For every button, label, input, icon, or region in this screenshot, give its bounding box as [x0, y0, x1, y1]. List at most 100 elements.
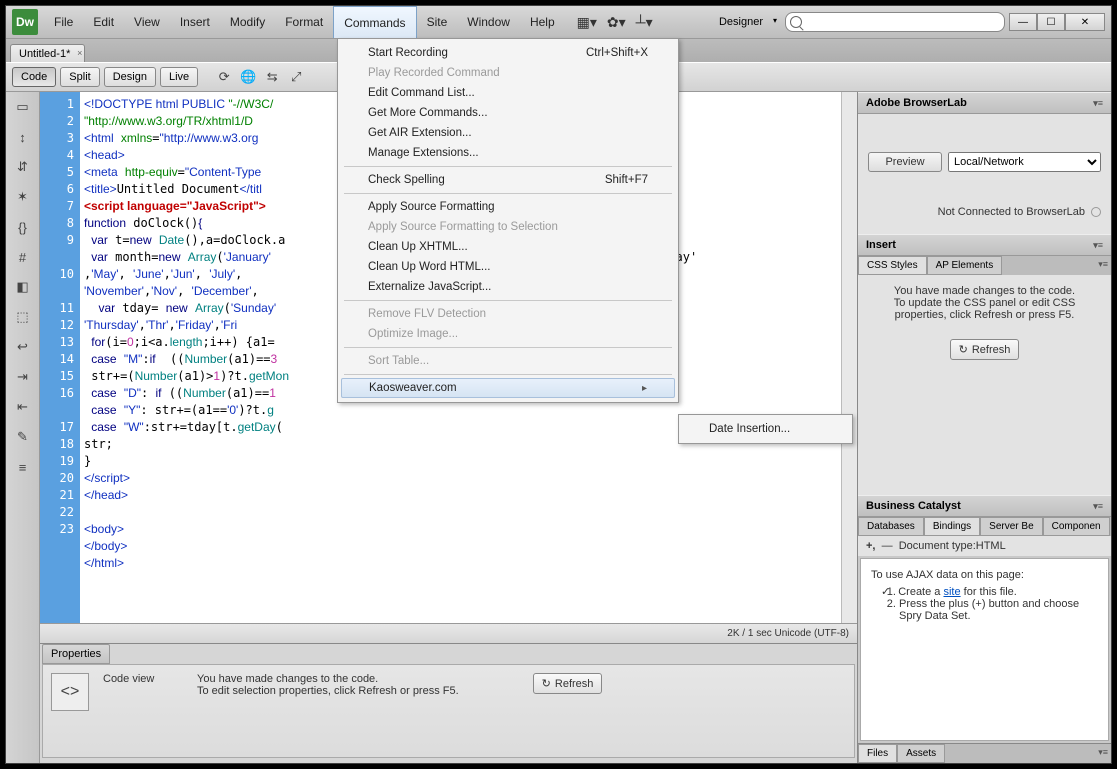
syntax-icon[interactable]: ⬚	[12, 308, 34, 326]
view-live-button[interactable]: Live	[160, 67, 198, 87]
menu-edit-command-list-[interactable]: Edit Command List...	[340, 83, 676, 103]
layout-icon[interactable]: ▦▾	[577, 14, 597, 31]
plus-icon[interactable]: +,	[866, 540, 875, 552]
select-parent-icon[interactable]: ✶	[12, 188, 34, 206]
search-box[interactable]	[785, 12, 1005, 32]
menu-modify[interactable]: Modify	[220, 6, 275, 38]
menu-get-more-commands-[interactable]: Get More Commands...	[340, 103, 676, 123]
bc-hint-intro: To use AJAX data on this page:	[871, 569, 1098, 581]
business-catalyst-header[interactable]: Business Catalyst ▾≡	[858, 495, 1111, 517]
menu-file[interactable]: File	[44, 6, 83, 38]
date-insertion-item[interactable]: Date Insertion...	[681, 419, 850, 439]
menu-start-recording[interactable]: Start RecordingCtrl+Shift+X	[340, 43, 676, 63]
scrollbar-vertical[interactable]	[841, 92, 857, 623]
layout-icons: ▦▾ ✿▾ ┴▾	[565, 14, 665, 31]
outdent-icon[interactable]: ⇤	[12, 398, 34, 416]
css-refresh-label: Refresh	[972, 344, 1011, 356]
menu-manage-extensions-[interactable]: Manage Extensions...	[340, 143, 676, 163]
view-design-button[interactable]: Design	[104, 67, 156, 87]
line-gutter: 1234567891011121314151617181920212223	[40, 92, 80, 623]
properties-tab[interactable]: Properties	[42, 644, 110, 664]
menu-window[interactable]: Window	[457, 6, 520, 38]
menu-clean-up-word-html-[interactable]: Clean Up Word HTML...	[340, 257, 676, 277]
panel-options-icon[interactable]: ▾≡	[1093, 98, 1103, 109]
menu-site[interactable]: Site	[417, 6, 458, 38]
insert-header[interactable]: Insert ▾≡	[858, 234, 1111, 256]
format-icon[interactable]: ≡	[12, 458, 34, 476]
highlight-icon[interactable]: ◧	[12, 278, 34, 296]
word-wrap-icon[interactable]: ↩	[12, 338, 34, 356]
properties-title: Code view	[103, 673, 183, 749]
css-styles-tab[interactable]: CSS Styles	[858, 256, 927, 275]
comment-icon[interactable]: ✎	[12, 428, 34, 446]
bc-title: Business Catalyst	[866, 500, 961, 512]
status-bar: 2K / 1 sec Unicode (UTF-8)	[40, 623, 857, 643]
menu-edit[interactable]: Edit	[83, 6, 124, 38]
maximize-button[interactable]: ☐	[1037, 13, 1065, 31]
databases-tab[interactable]: Databases	[858, 517, 924, 536]
panel-options-icon[interactable]: ▾≡	[1093, 501, 1103, 512]
view-split-button[interactable]: Split	[60, 67, 99, 87]
preview-button[interactable]: Preview	[868, 152, 942, 172]
nav-icon[interactable]: ⇆	[262, 67, 282, 87]
properties-msg1: You have made changes to the code.	[197, 673, 459, 685]
site-link[interactable]: site	[943, 586, 960, 598]
ap-elements-tab[interactable]: AP Elements	[927, 256, 1003, 275]
doc-tab[interactable]: Untitled-1*×	[10, 44, 85, 62]
collapse-tag-icon[interactable]: ↕	[12, 128, 34, 146]
minimize-button[interactable]: —	[1009, 13, 1037, 31]
minus-icon[interactable]: —	[882, 540, 893, 552]
menu-kaosweaver-com[interactable]: Kaosweaver.com	[341, 378, 675, 398]
panel-options-icon[interactable]: ▾≡	[1095, 256, 1111, 275]
network-select[interactable]: Local/Network	[948, 152, 1101, 172]
line-numbers-icon[interactable]: #	[12, 248, 34, 266]
menu-view[interactable]: View	[124, 6, 170, 38]
browserlab-status: Not Connected to BrowserLab	[938, 206, 1085, 218]
expand-icon[interactable]: ⇵	[12, 158, 34, 176]
properties-refresh-button[interactable]: ↻Refresh	[533, 673, 603, 694]
menu-commands[interactable]: Commands	[333, 6, 416, 38]
search-icon	[790, 16, 802, 28]
submenu-label: Date Insertion...	[709, 423, 790, 435]
server-behaviors-tab[interactable]: Server Be	[980, 517, 1042, 536]
globe-icon[interactable]: 🌐	[238, 67, 258, 87]
close-button[interactable]: ✕	[1065, 13, 1105, 31]
panel-options-icon[interactable]: ▾≡	[1095, 744, 1111, 763]
menu-format[interactable]: Format	[275, 6, 333, 38]
app-window: Dw File Edit View Insert Modify Format C…	[5, 5, 1112, 764]
right-panels: Adobe BrowserLab▾≡ Preview Local/Network…	[857, 92, 1111, 763]
extension-icon[interactable]: ✿▾	[607, 14, 626, 31]
insert-title: Insert	[866, 239, 896, 251]
menu-apply-source-formatting-to-selection: Apply Source Formatting to Selection	[340, 217, 676, 237]
components-tab[interactable]: Componen	[1043, 517, 1110, 536]
indent-icon[interactable]: ⇥	[12, 368, 34, 386]
code-nav-icon[interactable]: ⤢	[286, 67, 306, 87]
status-text: 2K / 1 sec Unicode (UTF-8)	[727, 628, 849, 639]
sync-icon[interactable]: ┴▾	[636, 14, 653, 31]
workspace-switcher[interactable]: Designer	[711, 14, 781, 30]
code-toolbar: ▭ ↕ ⇵ ✶ {} # ◧ ⬚ ↩ ⇥ ⇤ ✎ ≡	[6, 92, 40, 763]
close-tab-icon[interactable]: ×	[77, 48, 82, 58]
css-refresh-button[interactable]: ↻Refresh	[950, 339, 1020, 360]
menu-help[interactable]: Help	[520, 6, 565, 38]
menu-clean-up-xhtml-[interactable]: Clean Up XHTML...	[340, 237, 676, 257]
menu-externalize-javascript-[interactable]: Externalize JavaScript...	[340, 277, 676, 297]
assets-tab[interactable]: Assets	[897, 744, 945, 763]
menu-insert[interactable]: Insert	[170, 6, 220, 38]
menu-check-spelling[interactable]: Check SpellingShift+F7	[340, 170, 676, 190]
code-view-icon: <>	[51, 673, 89, 711]
tool-icon[interactable]: ⟳	[214, 67, 234, 87]
files-tab[interactable]: Files	[858, 744, 897, 763]
titlebar: Dw File Edit View Insert Modify Format C…	[6, 6, 1111, 38]
view-code-button[interactable]: Code	[12, 67, 56, 87]
panel-options-icon[interactable]: ▾≡	[1093, 240, 1103, 251]
open-docs-icon[interactable]: ▭	[12, 98, 34, 116]
menu-get-air-extension-[interactable]: Get AIR Extension...	[340, 123, 676, 143]
browserlab-header[interactable]: Adobe BrowserLab▾≡	[858, 92, 1111, 114]
kaosweaver-submenu: Date Insertion...	[678, 414, 853, 444]
menu-remove-flv-detection: Remove FLV Detection	[340, 304, 676, 324]
balance-braces-icon[interactable]: {}	[12, 218, 34, 236]
menu-apply-source-formatting[interactable]: Apply Source Formatting	[340, 197, 676, 217]
menu-play-recorded-command: Play Recorded Command	[340, 63, 676, 83]
bindings-tab[interactable]: Bindings	[924, 517, 980, 536]
